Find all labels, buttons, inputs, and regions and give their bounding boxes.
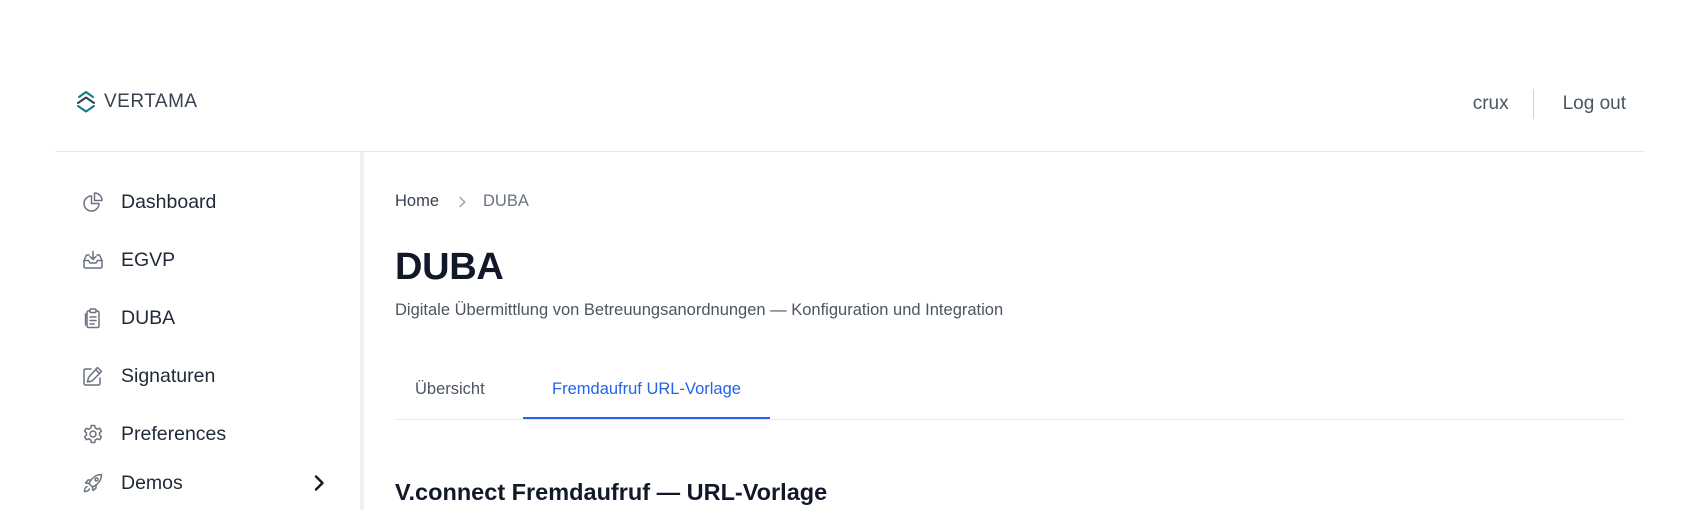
sidebar-item-signaturen[interactable]: Signaturen [81, 359, 331, 393]
gear-icon [83, 424, 103, 444]
sidebar-item-demos[interactable]: Demos [81, 466, 331, 500]
sidebar-item-label: Signaturen [121, 364, 216, 387]
page-title: DUBA [395, 246, 504, 288]
clipboard-documents-icon [84, 308, 100, 329]
breadcrumb-current: DUBA [483, 192, 529, 210]
main-content: Home DUBA DUBA Digitale Übermittlung von… [395, 152, 1625, 510]
breadcrumb-home[interactable]: Home [395, 192, 439, 211]
pencil-square-icon [83, 366, 103, 386]
tab-uebersicht[interactable]: Übersicht [395, 367, 523, 419]
username[interactable]: crux [1473, 93, 1533, 115]
user-area: crux Log out [1473, 89, 1626, 119]
sidebar-item-egvp[interactable]: EGVP [81, 243, 331, 277]
sidebar-item-dashboard[interactable]: Dashboard [81, 185, 331, 219]
sidebar-item-label: DUBA [121, 306, 176, 329]
rocket-icon [83, 473, 103, 493]
sidebar-item-label: EGVP [121, 248, 176, 271]
page-subtitle: Digitale Übermittlung von Betreuungsanor… [395, 301, 1004, 319]
section-heading: V.connect Fremdaufruf — URL-Vorlage [395, 479, 828, 505]
sidebar-item-label: Preferences [121, 422, 227, 445]
top-header: VERTAMA crux Log out [55, 62, 1645, 152]
sidebar: Dashboard EGVP DUBA Signaturen Preferenc… [55, 152, 364, 510]
vertama-logo-icon [77, 91, 95, 113]
inbox-download-icon [83, 250, 103, 269]
logo[interactable]: VERTAMA [75, 90, 198, 114]
logo-text: VERTAMA [104, 91, 198, 112]
logout-link[interactable]: Log out [1534, 93, 1626, 115]
page: VERTAMA crux Log out Dashboard EGVP DUBA… [0, 0, 1700, 510]
chevron-right-icon[interactable] [307, 471, 331, 495]
sidebar-item-label: Dashboard [121, 190, 217, 213]
sidebar-item-preferences[interactable]: Preferences [81, 417, 331, 451]
chart-pie-icon [83, 192, 103, 212]
sidebar-item-duba[interactable]: DUBA [81, 301, 331, 335]
breadcrumb: Home DUBA [395, 192, 529, 211]
tab-bar: Übersicht Fremdaufruf URL-Vorlage [395, 367, 1625, 420]
chevron-right-icon [459, 196, 466, 207]
sidebar-item-label: Demos [121, 471, 183, 494]
tab-fremdaufruf-url-vorlage[interactable]: Fremdaufruf URL-Vorlage [523, 367, 770, 419]
